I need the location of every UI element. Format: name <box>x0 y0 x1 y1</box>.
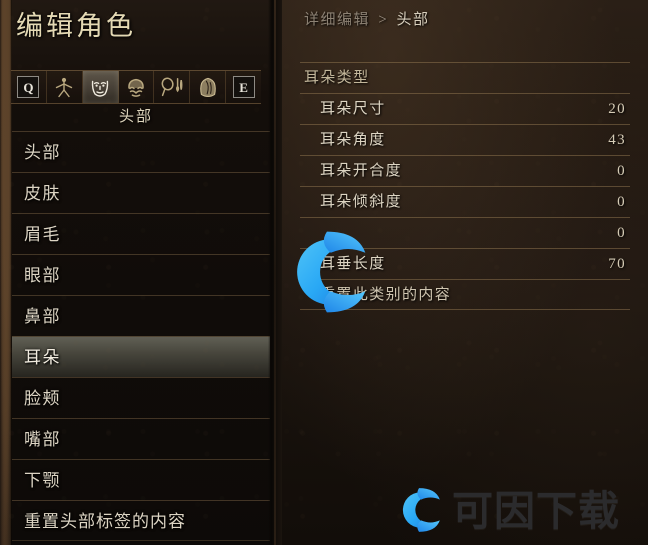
category-tab-hair[interactable] <box>119 71 155 103</box>
category-icon-strip: Q E <box>11 56 261 104</box>
sidebar-item-mouth[interactable]: 嘴部 <box>12 418 270 459</box>
makeup-icon <box>159 75 185 99</box>
sidebar-item-jaw[interactable]: 下颚 <box>12 459 270 500</box>
key-e-icon: E <box>232 76 255 98</box>
sidebar-item-reset-head-tab[interactable]: 重置头部标签的内容 <box>12 500 270 541</box>
left-panel: 编辑角色 Q E 头部 头部 皮肤 眉毛 眼部 鼻部 耳朵 脸颊 嘴部 下颚 重… <box>0 0 272 545</box>
attribute-value: 20 <box>608 101 626 117</box>
sidebar-item-skin[interactable]: 皮肤 <box>12 172 270 213</box>
attribute-value: 43 <box>608 132 626 148</box>
sidebar-item-eyebrow[interactable]: 眉毛 <box>12 213 270 254</box>
hair-icon <box>124 75 148 99</box>
attribute-row-reset-category[interactable]: 重置此类别的内容 <box>300 279 630 310</box>
attribute-value: 0 <box>617 163 626 179</box>
sidebar-item-ears[interactable]: 耳朵 <box>12 336 270 377</box>
attribute-label: 耳朵角度 <box>320 132 386 148</box>
sidebar-item-label: 鼻部 <box>24 307 61 326</box>
detail-panel: 详细编辑 > 头部 耳朵类型 耳朵尺寸 20 耳朵角度 43 耳朵开合度 0 耳… <box>282 0 648 545</box>
sidebar-item-label: 嘴部 <box>24 430 61 449</box>
sidebar-item-label: 下颚 <box>24 471 61 490</box>
sidebar-item-nose[interactable]: 鼻部 <box>12 295 270 336</box>
breadcrumb: 详细编辑 > 头部 <box>304 8 430 29</box>
sidebar-item-label: 重置头部标签的内容 <box>24 512 186 531</box>
sidebar-item-label: 耳朵 <box>24 348 61 367</box>
key-q-icon: Q <box>17 76 40 98</box>
body-pose-icon <box>52 75 76 99</box>
category-tab-head[interactable] <box>82 71 119 103</box>
attribute-value: 0 <box>617 225 626 241</box>
attribute-label: 耳朵倾斜度 <box>320 194 403 210</box>
category-tab-body-pose[interactable] <box>47 71 83 103</box>
attribute-row-ear-size[interactable]: 耳朵尺寸 20 <box>300 93 630 124</box>
attribute-label: 耳朵开合度 <box>320 163 403 179</box>
attribute-row-obscured[interactable]: 0 <box>300 217 630 248</box>
panel-divider <box>268 0 282 545</box>
category-tab-torso[interactable] <box>190 71 227 103</box>
breadcrumb-root[interactable]: 详细编辑 <box>304 12 370 28</box>
attribute-value: 0 <box>617 194 626 210</box>
sidebar-item-eyes[interactable]: 眼部 <box>12 254 270 295</box>
sidebar-item-label: 脸颊 <box>24 389 61 408</box>
character-editor-screen: 编辑角色 Q E 头部 头部 皮肤 眉毛 眼部 鼻部 耳朵 脸颊 嘴部 下颚 重… <box>0 0 648 545</box>
attribute-label: 耳朵类型 <box>304 70 370 86</box>
sidebar-item-label: 皮肤 <box>24 184 61 203</box>
attribute-label: 耳朵尺寸 <box>320 101 386 117</box>
attribute-row-ear-angle[interactable]: 耳朵角度 43 <box>300 124 630 155</box>
breadcrumb-leaf: 头部 <box>396 12 430 28</box>
attribute-row-ear-tilt[interactable]: 耳朵倾斜度 0 <box>300 186 630 217</box>
face-icon <box>88 75 112 99</box>
sidebar-item-cheeks[interactable]: 脸颊 <box>12 377 270 418</box>
page-title: 编辑角色 <box>16 11 136 41</box>
attribute-group-ear-type[interactable]: 耳朵类型 <box>300 62 630 93</box>
category-next-key[interactable]: E <box>226 71 261 103</box>
sidebar-item-label: 眉毛 <box>24 225 61 244</box>
attribute-value: 70 <box>608 256 626 272</box>
sidebar-feature-list: 头部 皮肤 眉毛 眼部 鼻部 耳朵 脸颊 嘴部 下颚 重置头部标签的内容 <box>12 131 270 541</box>
attribute-label: 重置此类别的内容 <box>320 287 452 303</box>
attribute-label: 耳垂长度 <box>320 256 386 272</box>
category-tab-makeup[interactable] <box>154 71 191 103</box>
attribute-row-ear-flare[interactable]: 耳朵开合度 0 <box>300 155 630 186</box>
sidebar-item-head[interactable]: 头部 <box>12 131 270 172</box>
category-icon-row: Q E <box>11 70 261 104</box>
current-category-label: 头部 <box>118 109 153 125</box>
sidebar-item-label: 头部 <box>24 143 61 162</box>
breadcrumb-separator-icon: > <box>378 12 389 28</box>
attribute-list: 耳朵类型 耳朵尺寸 20 耳朵角度 43 耳朵开合度 0 耳朵倾斜度 0 0 耳… <box>300 62 630 310</box>
category-prev-key[interactable]: Q <box>11 71 47 103</box>
torso-icon <box>196 75 220 99</box>
attribute-row-earlobe-length[interactable]: 耳垂长度 70 <box>300 248 630 279</box>
sidebar-item-label: 眼部 <box>24 266 61 285</box>
